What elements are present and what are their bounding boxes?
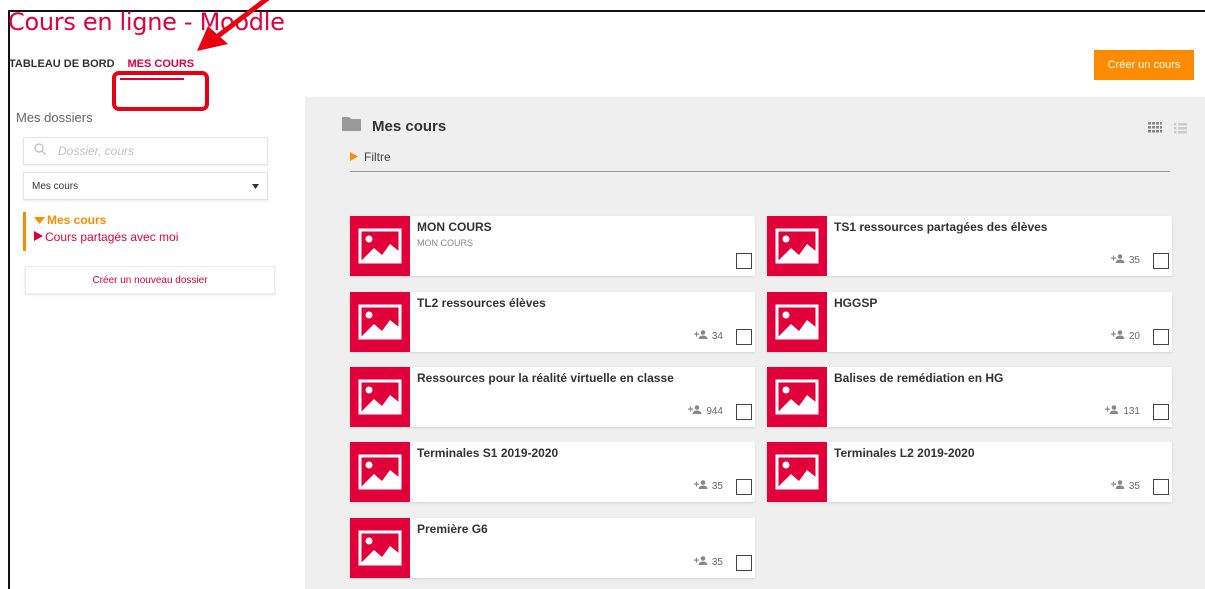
course-subtitle: MON COURS <box>417 238 473 248</box>
member-count: 35 <box>1110 254 1140 266</box>
member-count: 35 <box>693 556 723 568</box>
folder-select[interactable]: Mes cours <box>23 172 268 200</box>
list-view-icon[interactable] <box>1174 121 1187 139</box>
member-count: 34 <box>693 330 723 342</box>
member-count-value: 944 <box>706 405 723 417</box>
course-title: MON COURS <box>417 220 492 234</box>
add-user-icon <box>1110 480 1125 492</box>
create-course-button[interactable]: Créer un cours <box>1094 50 1194 80</box>
course-image-icon <box>350 292 410 352</box>
course-card[interactable]: Première G6 35 <box>350 518 755 578</box>
course-image-icon <box>350 216 410 276</box>
add-user-icon <box>693 330 708 342</box>
course-image-icon <box>767 216 827 276</box>
course-card[interactable]: Terminales S1 2019-2020 35 <box>350 442 755 502</box>
select-value: Mes cours <box>32 180 79 192</box>
search-icon <box>34 142 46 160</box>
course-card[interactable]: Terminales L2 2019-2020 35 <box>767 442 1172 502</box>
member-count-value: 35 <box>711 556 723 568</box>
course-card[interactable]: HGGSP 20 <box>767 292 1172 352</box>
search-input[interactable] <box>58 144 248 158</box>
folder-search <box>23 137 268 165</box>
course-title: TL2 ressources élèves <box>417 296 546 310</box>
tree-item-my-courses[interactable]: Mes cours <box>34 212 178 229</box>
member-count-value: 35 <box>711 480 723 492</box>
folder-tree: Mes cours Cours partagés avec moi <box>23 212 178 251</box>
course-checkbox[interactable] <box>736 329 752 345</box>
course-title: Terminales S1 2019-2020 <box>417 446 559 460</box>
course-title: Première G6 <box>417 522 488 536</box>
course-card[interactable]: TL2 ressources élèves 34 <box>350 292 755 352</box>
add-user-icon <box>1110 254 1125 266</box>
member-count: 20 <box>1110 330 1140 342</box>
tree-item-label: Mes cours <box>47 213 107 227</box>
member-count-value: 131 <box>1123 405 1140 417</box>
add-user-icon <box>693 556 708 568</box>
course-title: Terminales L2 2019-2020 <box>834 446 975 460</box>
nav-dashboard[interactable]: TABLEAU DE BORD <box>9 58 115 70</box>
tree-item-label: Cours partagés avec moi <box>45 230 179 244</box>
add-user-icon <box>1105 405 1119 417</box>
filter-label: Filtre <box>364 150 391 164</box>
app-title: Cours en ligne - Moodle <box>8 8 285 36</box>
caret-right-icon <box>34 229 43 246</box>
add-user-icon <box>1110 330 1125 342</box>
main-header: Mes cours <box>342 117 446 136</box>
add-user-icon <box>688 405 702 417</box>
member-count: 944 <box>688 405 723 417</box>
add-user-icon <box>693 480 708 492</box>
member-count: 131 <box>1105 405 1140 417</box>
course-checkbox[interactable] <box>736 253 752 269</box>
course-title: TS1 ressources partagées des élèves <box>834 220 1048 234</box>
course-card[interactable]: Balises de remédiation en HG 131 <box>767 367 1172 427</box>
caret-right-icon <box>350 150 358 164</box>
course-checkbox[interactable] <box>1153 253 1169 269</box>
course-image-icon <box>767 292 827 352</box>
grid-view-icon[interactable] <box>1148 121 1162 139</box>
course-title: HGGSP <box>834 296 878 310</box>
member-count: 35 <box>1110 480 1140 492</box>
course-image-icon <box>350 442 410 502</box>
member-count-value: 34 <box>711 330 723 342</box>
filter-toggle[interactable]: Filtre <box>350 150 1170 172</box>
course-image-icon <box>767 442 827 502</box>
member-count-value: 20 <box>1128 330 1140 342</box>
course-checkbox[interactable] <box>736 404 752 420</box>
annotation-highlight-box <box>112 71 209 111</box>
course-image-icon <box>350 367 410 427</box>
create-folder-button[interactable]: Créer un nouveau dossier <box>25 266 275 294</box>
course-checkbox[interactable] <box>1153 479 1169 495</box>
member-count-value: 35 <box>1128 480 1140 492</box>
course-checkbox[interactable] <box>736 479 752 495</box>
tree-item-shared[interactable]: Cours partagés avec moi <box>34 229 178 246</box>
member-count: 35 <box>693 480 723 492</box>
view-switcher <box>1148 121 1187 139</box>
caret-down-icon <box>34 212 45 229</box>
course-checkbox[interactable] <box>1153 404 1169 420</box>
course-card[interactable]: Ressources pour la réalité virtuelle en … <box>350 367 755 427</box>
course-image-icon <box>350 518 410 578</box>
main-title: Mes cours <box>372 118 447 135</box>
top-nav: TABLEAU DE BORD MES COURS <box>9 58 194 70</box>
course-checkbox[interactable] <box>736 555 752 571</box>
course-card[interactable]: TS1 ressources partagées des élèves 35 <box>767 216 1172 276</box>
caret-down-icon <box>252 181 259 192</box>
main-panel: Mes cours Filtre MON COURS MON COURS TS1… <box>305 97 1205 589</box>
member-count-value: 35 <box>1128 254 1140 266</box>
folder-icon <box>342 117 361 136</box>
course-checkbox[interactable] <box>1153 329 1169 345</box>
course-title: Balises de remédiation en HG <box>834 371 1004 385</box>
course-title: Ressources pour la réalité virtuelle en … <box>417 371 674 385</box>
sidebar-title: Mes dossiers <box>16 110 93 125</box>
nav-my-courses[interactable]: MES COURS <box>128 58 195 70</box>
course-image-icon <box>767 367 827 427</box>
course-card[interactable]: MON COURS MON COURS <box>350 216 755 276</box>
